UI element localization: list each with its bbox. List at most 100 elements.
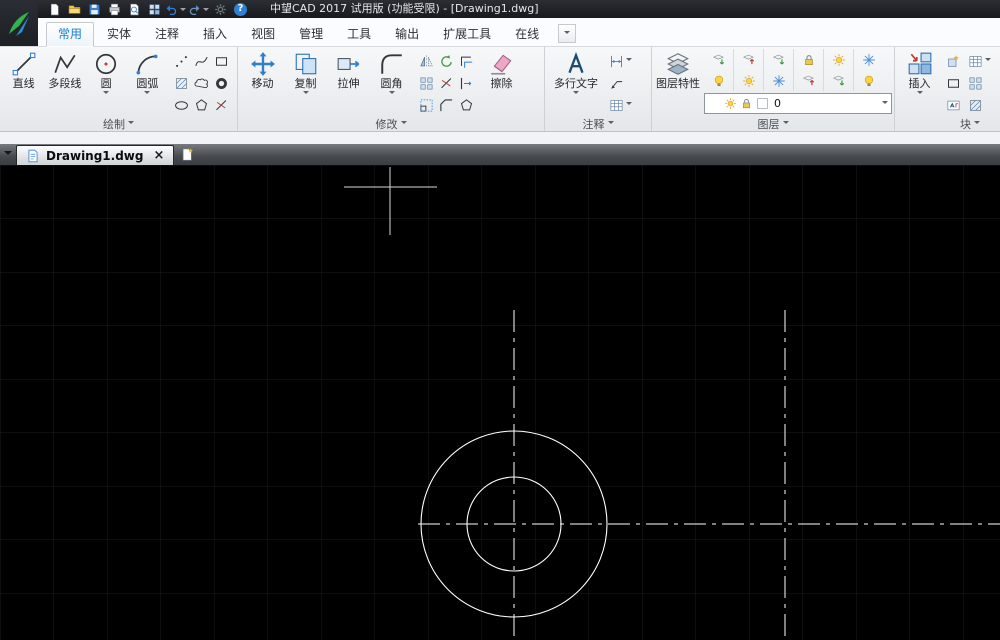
layer-properties-button[interactable]: 图层特性 — [655, 48, 701, 90]
layer-freeze-all-button[interactable] — [855, 49, 882, 70]
lock-icon — [740, 97, 753, 110]
point-button[interactable] — [171, 50, 191, 72]
help-button[interactable]: ? — [234, 3, 247, 16]
create-block-icon — [946, 54, 961, 69]
erase-button[interactable]: 擦除 — [480, 48, 523, 90]
table-button[interactable] — [607, 94, 634, 116]
spline-button[interactable] — [191, 50, 211, 72]
move-button[interactable]: 移动 — [241, 48, 284, 90]
make-current-layer-button[interactable] — [705, 49, 732, 70]
revision-cloud-button[interactable] — [191, 72, 211, 94]
layer-lock-button[interactable] — [795, 49, 822, 70]
array-button[interactable] — [416, 72, 436, 94]
new-document-button[interactable] — [174, 144, 200, 165]
app-logo[interactable] — [0, 0, 38, 46]
redo-button[interactable] — [187, 1, 210, 17]
layer-on-button[interactable] — [705, 70, 732, 91]
tab-annotate[interactable]: 注释 — [144, 23, 190, 46]
layers-group-label[interactable]: 图层 — [652, 116, 894, 131]
options-button[interactable] — [210, 1, 230, 17]
chevron-down-icon — [573, 91, 579, 97]
layer-isolate-button[interactable] — [795, 70, 822, 91]
base-point-button[interactable] — [966, 94, 993, 116]
circle-button[interactable]: 圆 — [86, 48, 127, 97]
document-tab-drawing1[interactable]: Drawing1.dwg × — [16, 145, 174, 165]
open-file-button[interactable] — [64, 1, 84, 17]
chevron-down-icon — [917, 91, 923, 97]
undo-button[interactable] — [164, 1, 187, 17]
rotate-button[interactable] — [436, 50, 456, 72]
define-attribute-button[interactable] — [966, 50, 993, 72]
ribbon-bottom-strip — [0, 131, 1000, 144]
tab-home[interactable]: 常用 — [46, 22, 94, 47]
explode-button[interactable] — [456, 94, 476, 116]
block-attribute-button[interactable] — [944, 94, 963, 116]
layer-select-dropdown[interactable]: 0 — [704, 93, 892, 114]
modify-group-label[interactable]: 修改 — [238, 116, 544, 131]
trim-button[interactable] — [436, 72, 456, 94]
chevron-down-icon — [974, 121, 980, 127]
rectangle-button[interactable] — [211, 50, 231, 72]
define-attribute-icon — [968, 54, 983, 69]
merge-layer-icon — [832, 74, 846, 88]
stretch-button[interactable]: 拉伸 — [327, 48, 370, 90]
chamfer-button[interactable] — [436, 94, 456, 116]
layer-merge-button[interactable] — [825, 70, 852, 91]
layer-walk-button[interactable] — [825, 49, 852, 70]
tab-insert[interactable]: 插入 — [192, 23, 238, 46]
chevron-down-icon — [626, 58, 632, 64]
model-space[interactable] — [0, 165, 1000, 640]
tab-view[interactable]: 视图 — [240, 23, 286, 46]
publish-icon — [148, 3, 161, 16]
scale-button[interactable] — [416, 94, 436, 116]
new-file-button[interactable] — [44, 1, 64, 17]
offset-button[interactable] — [456, 50, 476, 72]
line-button[interactable]: 直线 — [3, 48, 44, 90]
polyline-button[interactable]: 多段线 — [44, 48, 85, 90]
match-layer-button[interactable] — [735, 49, 762, 70]
block-group-label[interactable]: 块 — [895, 116, 1000, 131]
annotate-group-label[interactable]: 注释 — [545, 116, 651, 131]
chevron-down-icon — [180, 8, 186, 14]
insert-block-button[interactable]: 插入 — [898, 48, 941, 97]
tab-online[interactable]: 在线 — [504, 23, 550, 46]
copy-button[interactable]: 复制 — [284, 48, 327, 97]
mirror-button[interactable] — [416, 50, 436, 72]
mtext-button[interactable]: 多行文字 — [548, 48, 604, 97]
drawing-canvas[interactable] — [0, 165, 1000, 640]
tab-express[interactable]: 扩展工具 — [432, 23, 502, 46]
create-block-button[interactable] — [944, 50, 963, 72]
hatch-button[interactable] — [171, 72, 191, 94]
ellipse-button[interactable] — [171, 94, 191, 116]
plot-preview-button[interactable] — [124, 1, 144, 17]
save-button[interactable] — [84, 1, 104, 17]
polygon-button[interactable] — [191, 94, 211, 116]
construction-line-button[interactable] — [211, 94, 231, 116]
donut-button[interactable] — [211, 72, 231, 94]
layer-thaw-button[interactable] — [735, 70, 762, 91]
dimension-button[interactable] — [607, 50, 634, 72]
arc-button[interactable]: 圆弧 — [127, 48, 168, 97]
extend-button[interactable] — [456, 72, 476, 94]
block-tools-column-2 — [966, 48, 993, 116]
tab-output[interactable]: 输出 — [384, 23, 430, 46]
print-button[interactable] — [104, 1, 124, 17]
new-file-icon — [48, 3, 61, 16]
layer-freeze-button[interactable] — [765, 70, 792, 91]
edit-block-button[interactable] — [944, 72, 963, 94]
tab-solid[interactable]: 实体 — [96, 23, 142, 46]
titlebar: ? 中望CAD 2017 试用版 (功能受限) - [Drawing1.dwg] — [0, 0, 1000, 18]
previous-layer-button[interactable] — [765, 49, 792, 70]
draw-group-label[interactable]: 绘制 — [0, 116, 237, 131]
tab-tools[interactable]: 工具 — [336, 23, 382, 46]
tab-manage[interactable]: 管理 — [288, 23, 334, 46]
close-icon[interactable]: × — [153, 149, 164, 162]
leader-button[interactable] — [607, 72, 634, 94]
ribbon-collapse-button[interactable] — [558, 24, 576, 43]
fillet-button[interactable]: 圆角 — [370, 48, 413, 97]
layer-off-button[interactable] — [855, 70, 882, 91]
publish-button[interactable] — [144, 1, 164, 17]
rotate-icon — [439, 54, 454, 69]
sync-attributes-button[interactable] — [966, 72, 993, 94]
document-list-button[interactable] — [0, 144, 16, 165]
